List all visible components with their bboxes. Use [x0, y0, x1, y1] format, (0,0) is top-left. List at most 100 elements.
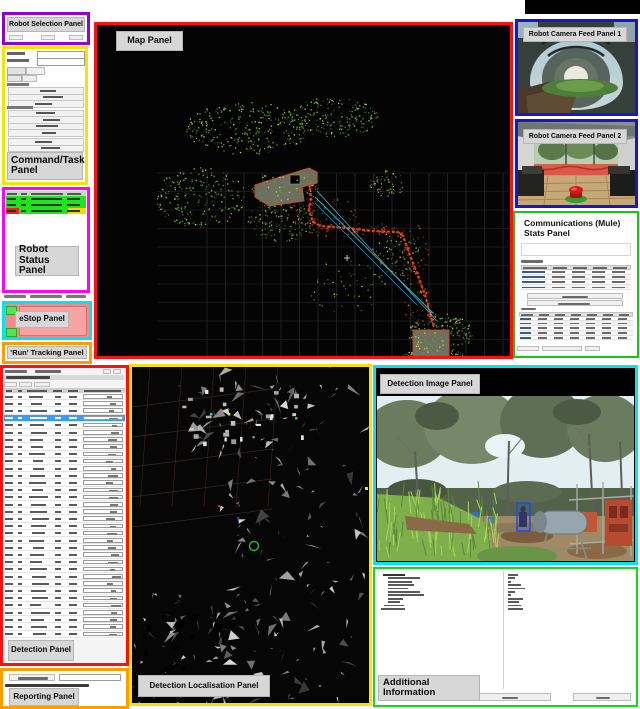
comms-action-button[interactable]	[527, 293, 623, 299]
detection-row[interactable]	[4, 458, 125, 465]
cell-field[interactable]	[83, 617, 123, 622]
command-button[interactable]	[8, 145, 84, 153]
cell-field[interactable]	[83, 480, 123, 485]
comms-tab[interactable]	[585, 346, 600, 351]
table-row[interactable]	[521, 285, 631, 290]
localisation-3d-view[interactable]	[132, 367, 369, 703]
detection-table[interactable]	[4, 388, 125, 639]
cell-field[interactable]	[83, 538, 123, 543]
robot-select-button[interactable]	[9, 35, 23, 40]
cell-field[interactable]	[83, 452, 123, 457]
detection-row[interactable]	[4, 609, 125, 616]
detection-toolbar-button[interactable]	[113, 369, 121, 374]
detection-row[interactable]	[4, 487, 125, 494]
cell-field[interactable]	[83, 567, 123, 572]
detection-row[interactable]	[4, 623, 125, 630]
detection-row[interactable]	[4, 479, 125, 486]
tasks-tab[interactable]	[26, 67, 45, 75]
status-tab[interactable]	[66, 295, 86, 298]
detection-row[interactable]	[4, 616, 125, 623]
send-report-button[interactable]	[9, 674, 55, 681]
cell-field[interactable]	[83, 588, 123, 593]
detection-row[interactable]	[4, 472, 125, 479]
cell-field[interactable]	[83, 624, 123, 629]
detection-row[interactable]	[4, 501, 125, 508]
cell-field[interactable]	[83, 473, 123, 478]
detection-row[interactable]	[4, 429, 125, 436]
robot-select-button[interactable]	[69, 35, 83, 40]
commands-tab[interactable]	[7, 67, 26, 75]
status-row[interactable]	[6, 208, 86, 214]
detection-image[interactable]	[377, 396, 634, 561]
cell-field[interactable]	[83, 610, 123, 615]
cell-field[interactable]	[83, 437, 123, 442]
detection-tab[interactable]	[19, 382, 32, 387]
detection-row[interactable]	[4, 465, 125, 472]
cell-field[interactable]	[83, 416, 123, 421]
robot-select-button[interactable]	[41, 35, 55, 40]
cell-field[interactable]	[83, 632, 123, 637]
cell-field[interactable]	[83, 430, 123, 435]
detection-row[interactable]	[4, 415, 125, 422]
command-button[interactable]	[8, 129, 84, 137]
cell-field[interactable]	[83, 516, 123, 521]
detection-row[interactable]	[4, 587, 125, 594]
cell-field[interactable]	[83, 394, 123, 399]
detection-row[interactable]	[4, 508, 125, 515]
detection-row[interactable]	[4, 436, 125, 443]
estop-indicator[interactable]	[6, 328, 17, 337]
cell-field[interactable]	[83, 423, 123, 428]
detection-row[interactable]	[4, 559, 125, 566]
cell-field[interactable]	[83, 488, 123, 493]
comms-action-button[interactable]	[527, 300, 623, 306]
detection-row[interactable]	[4, 494, 125, 501]
sub-tab[interactable]	[22, 75, 37, 82]
cell-field[interactable]	[83, 524, 123, 529]
cell-field[interactable]	[83, 545, 123, 550]
cell-field[interactable]	[83, 502, 123, 507]
detection-row[interactable]	[4, 573, 125, 580]
comms-tab[interactable]	[517, 346, 539, 351]
status-tab[interactable]	[4, 295, 26, 298]
cell-field[interactable]	[83, 552, 123, 557]
add-info-button[interactable]	[573, 693, 631, 701]
sub-tab[interactable]	[7, 75, 22, 82]
detection-row[interactable]	[4, 602, 125, 609]
cell-field[interactable]	[83, 581, 123, 586]
comms-tab[interactable]	[542, 346, 582, 351]
detection-row[interactable]	[4, 544, 125, 551]
detection-row[interactable]	[4, 443, 125, 450]
dropdown[interactable]	[37, 58, 85, 66]
cell-field[interactable]	[83, 466, 123, 471]
cell-field[interactable]	[83, 459, 123, 464]
cell-field[interactable]	[83, 495, 123, 500]
detection-row[interactable]	[4, 422, 125, 429]
detection-row[interactable]	[4, 530, 125, 537]
detection-toolbar-button[interactable]	[103, 369, 111, 374]
detection-tab[interactable]	[34, 382, 50, 387]
detection-bounding-box[interactable]	[517, 503, 530, 531]
detection-row[interactable]	[4, 515, 125, 522]
map-3d-view[interactable]	[97, 25, 510, 356]
detection-tab[interactable]	[4, 382, 17, 387]
detection-row[interactable]	[4, 393, 125, 400]
detection-row[interactable]	[4, 407, 125, 414]
table-row[interactable]	[519, 336, 633, 341]
detection-row[interactable]	[4, 631, 125, 638]
detection-row[interactable]	[4, 595, 125, 602]
cell-field[interactable]	[83, 509, 123, 514]
cell-field[interactable]	[83, 596, 123, 601]
cell-field[interactable]	[83, 408, 123, 413]
detection-row[interactable]	[4, 451, 125, 458]
detection-row[interactable]	[4, 580, 125, 587]
cell-field[interactable]	[83, 560, 123, 565]
detection-row[interactable]	[4, 537, 125, 544]
detection-row[interactable]	[4, 551, 125, 558]
cell-field[interactable]	[83, 401, 123, 406]
cell-field[interactable]	[83, 531, 123, 536]
detection-row[interactable]	[4, 400, 125, 407]
cell-field[interactable]	[83, 574, 123, 579]
detection-row[interactable]	[4, 523, 125, 530]
report-input-field[interactable]	[59, 674, 121, 681]
status-tab[interactable]	[30, 295, 62, 298]
